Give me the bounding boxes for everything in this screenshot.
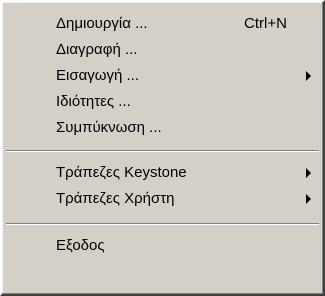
- menu-item-label: Ιδιότητες ...: [56, 93, 131, 110]
- context-menu: Δημιουργία ... Ctrl+N Διαγραφή ... Εισαγ…: [0, 0, 325, 296]
- menu-item-import[interactable]: Εισαγωγή ...: [4, 63, 321, 88]
- submenu-arrow-icon: [306, 168, 311, 178]
- menu-item-properties[interactable]: Ιδιότητες ...: [4, 89, 321, 114]
- menu-item-label: Εισαγωγή ...: [56, 67, 139, 84]
- menu-item-label: Δημιουργία ...: [56, 15, 148, 32]
- menu-separator: [6, 223, 319, 225]
- menu-item-user-banks[interactable]: Τράπεζες Χρήστη: [4, 186, 321, 211]
- menu-item-compact[interactable]: Συμπύκνωση ...: [4, 115, 321, 140]
- submenu-arrow-icon: [306, 71, 311, 81]
- menu-item-exit[interactable]: Εξοδος: [4, 233, 321, 258]
- menu-item-create[interactable]: Δημιουργία ... Ctrl+N: [4, 11, 321, 36]
- menu-item-shortcut: Ctrl+N: [244, 15, 287, 32]
- menu-item-label: Εξοδος: [56, 237, 105, 254]
- menu-item-label: Τράπεζες Χρήστη: [56, 190, 175, 207]
- menu-separator: [6, 150, 319, 152]
- menu-item-delete[interactable]: Διαγραφή ...: [4, 37, 321, 62]
- menu-item-label: Τράπεζες Keystone: [56, 164, 187, 181]
- menu-item-label: Συμπύκνωση ...: [56, 119, 162, 136]
- menu-item-label: Διαγραφή ...: [56, 41, 138, 58]
- submenu-arrow-icon: [306, 194, 311, 204]
- menu-item-keystone-banks[interactable]: Τράπεζες Keystone: [4, 160, 321, 185]
